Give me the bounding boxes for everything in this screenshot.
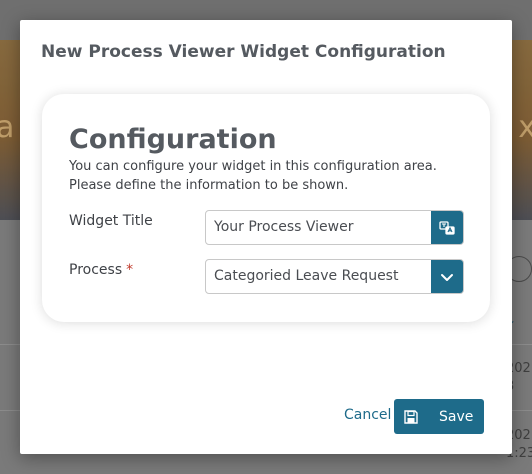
save-label: Save xyxy=(439,408,474,425)
banner-text-fragment: a xyxy=(0,110,15,145)
configuration-heading: Configuration xyxy=(69,124,277,155)
widget-title-label: Widget Title xyxy=(69,213,153,229)
cancel-button[interactable]: Cancel xyxy=(344,407,391,423)
banner-text-fragment: x xyxy=(518,110,532,145)
translate-button[interactable] xyxy=(431,211,463,244)
process-select[interactable]: Categoried Leave Request xyxy=(205,259,464,294)
widget-title-field[interactable]: Your Process Viewer xyxy=(205,210,464,245)
required-marker: * xyxy=(126,262,134,278)
widget-title-value: Your Process Viewer xyxy=(214,219,354,235)
process-label-text: Process xyxy=(69,262,123,278)
process-selected-value: Categoried Leave Request xyxy=(214,268,399,284)
widget-configuration-dialog: New Process Viewer Widget Configuration … xyxy=(20,20,512,454)
translate-icon xyxy=(439,220,455,235)
save-icon xyxy=(404,409,418,424)
dialog-title: New Process Viewer Widget Configuration xyxy=(41,42,446,62)
save-button[interactable]: Save xyxy=(394,399,484,434)
process-dropdown-toggle[interactable] xyxy=(431,260,463,293)
configuration-card: Configuration You can configure your wid… xyxy=(42,94,490,322)
process-label: Process * xyxy=(69,262,133,278)
chevron-down-icon xyxy=(441,273,453,281)
configuration-description: You can configure your widget in this co… xyxy=(69,159,437,193)
